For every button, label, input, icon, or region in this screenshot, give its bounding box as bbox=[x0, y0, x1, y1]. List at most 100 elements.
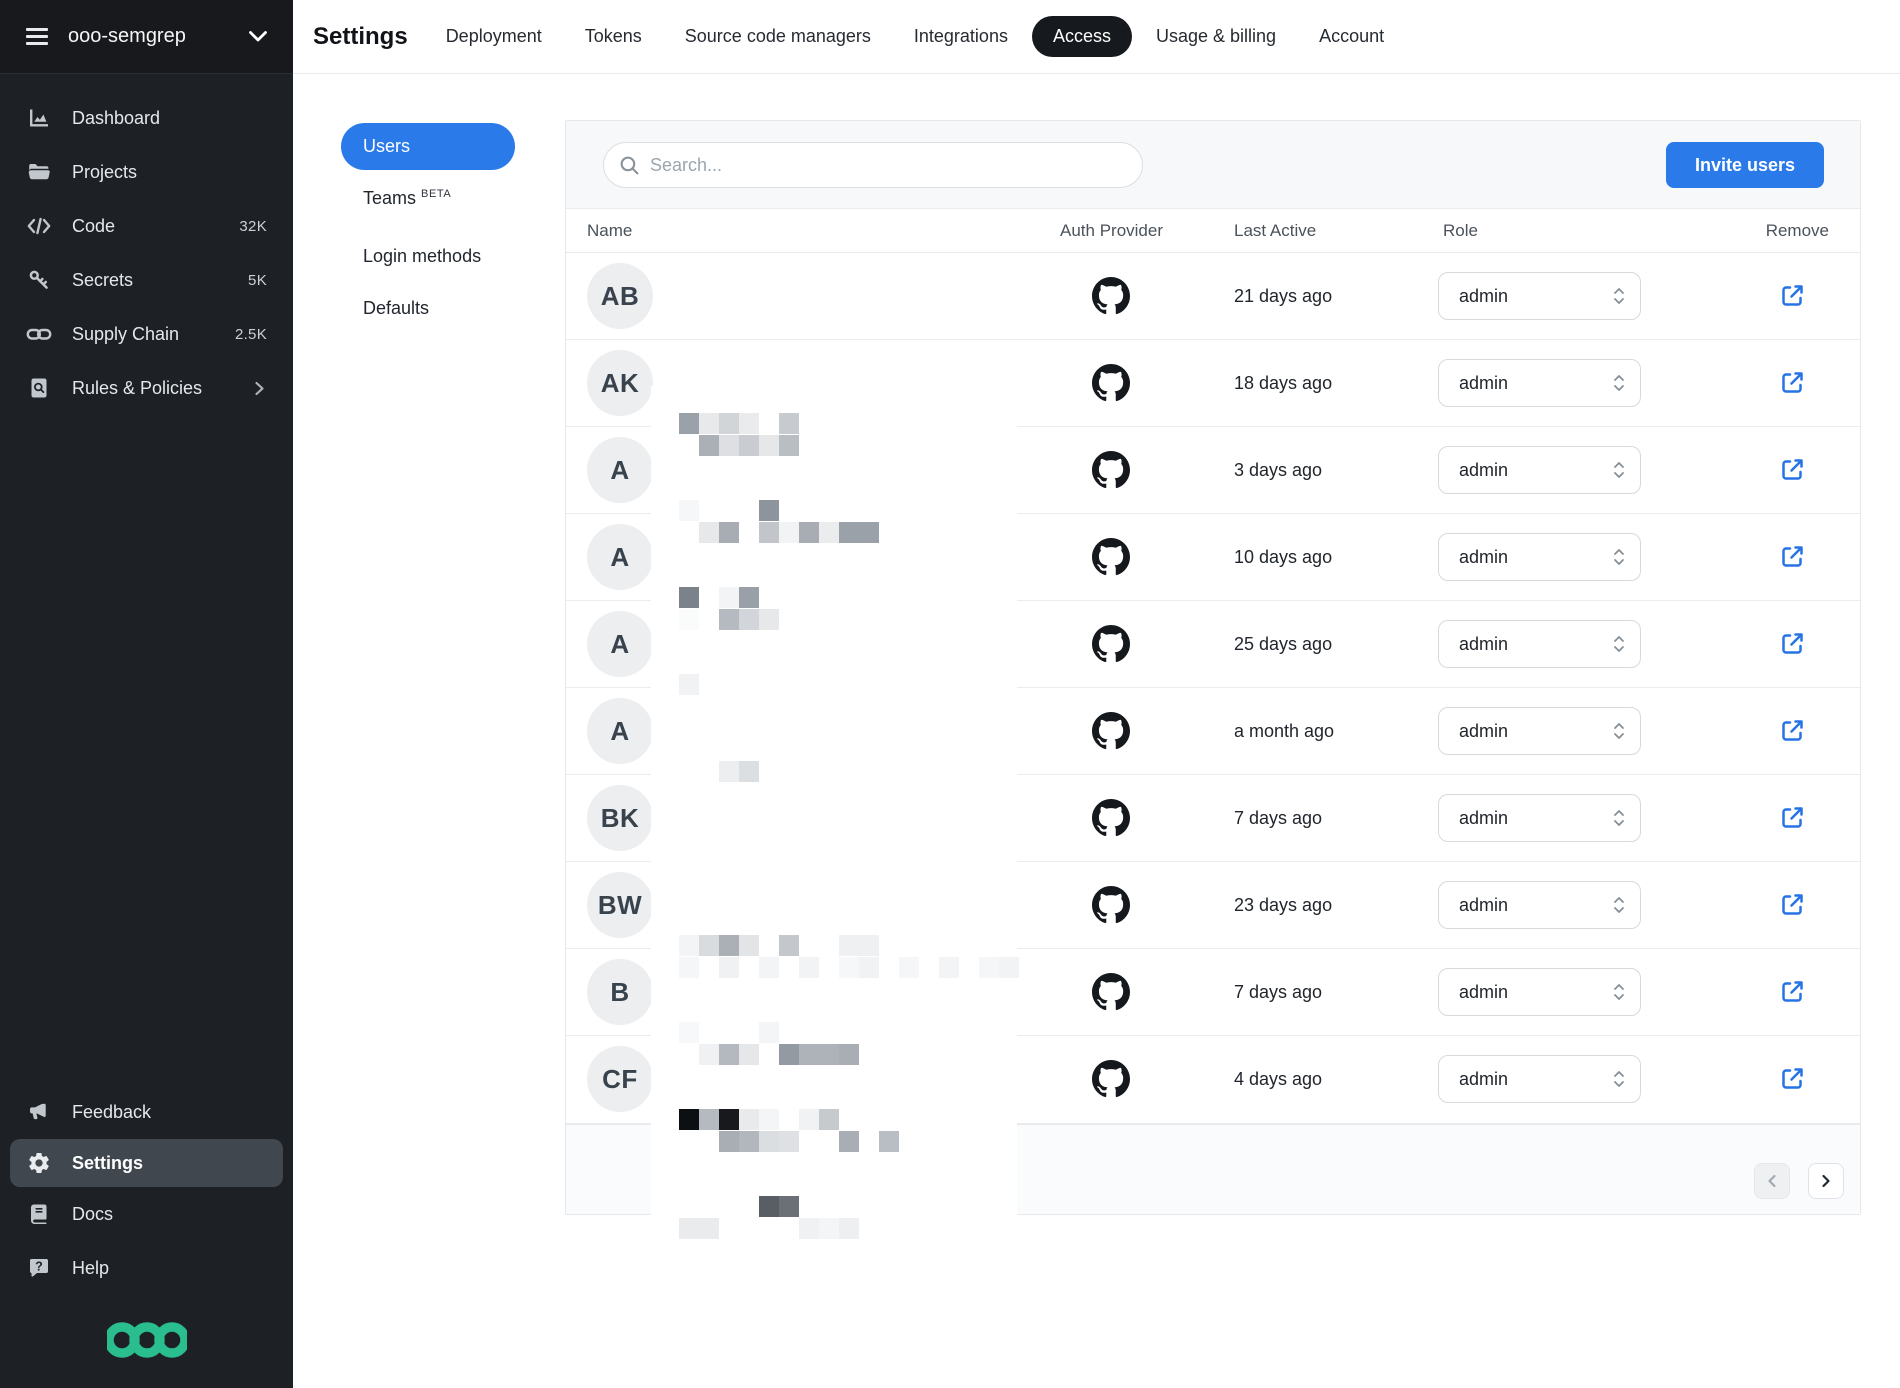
redacted-block bbox=[939, 957, 959, 978]
role-select[interactable]: admin bbox=[1438, 1055, 1641, 1103]
redacted-block bbox=[839, 957, 859, 978]
sidebar-footer-nav: Feedback Settings Docs?Help bbox=[0, 1085, 293, 1295]
rules-icon bbox=[26, 376, 52, 400]
last-active-value: 23 days ago bbox=[1234, 862, 1332, 949]
remove-user-icon[interactable] bbox=[1778, 717, 1806, 745]
chevron-updown-icon bbox=[1612, 894, 1626, 916]
chevron-right-icon bbox=[251, 380, 267, 397]
redacted-block bbox=[679, 957, 699, 978]
role-value: admin bbox=[1459, 982, 1508, 1003]
role-select[interactable]: admin bbox=[1438, 272, 1641, 320]
remove-user-icon[interactable] bbox=[1778, 804, 1806, 832]
sidebar-item-supply-chain[interactable]: Supply Chain2.5K bbox=[0, 307, 293, 361]
github-icon bbox=[1092, 712, 1130, 750]
github-icon bbox=[1092, 973, 1130, 1011]
tab-access[interactable]: Access bbox=[1032, 16, 1132, 57]
avatar: AB bbox=[587, 263, 653, 329]
redacted-block bbox=[819, 1109, 839, 1130]
role-select[interactable]: admin bbox=[1438, 968, 1641, 1016]
chevron-updown-icon bbox=[1612, 459, 1626, 481]
sidebar-nav: Dashboard Projects Code32KSecrets5KSupply … bbox=[0, 74, 293, 415]
role-select[interactable]: admin bbox=[1438, 794, 1641, 842]
remove-user-icon[interactable] bbox=[1778, 630, 1806, 658]
org-name: ooo-semgrep bbox=[68, 25, 186, 48]
subnav-item-teams[interactable]: TeamsBETA bbox=[363, 188, 451, 209]
invite-users-button[interactable]: Invite users bbox=[1666, 142, 1824, 188]
sidebar-item-feedback[interactable]: Feedback bbox=[0, 1085, 293, 1139]
role-select[interactable]: admin bbox=[1438, 881, 1641, 929]
search-box[interactable] bbox=[603, 142, 1143, 188]
redacted-block bbox=[739, 1131, 759, 1152]
redacted-block bbox=[779, 1131, 799, 1152]
sidebar-item-dashboard[interactable]: Dashboard bbox=[0, 91, 293, 145]
redacted-block bbox=[679, 587, 699, 608]
count-badge: 2.5K bbox=[235, 326, 267, 343]
role-select[interactable]: admin bbox=[1438, 707, 1641, 755]
redacted-block bbox=[799, 522, 819, 543]
redacted-block bbox=[739, 1044, 759, 1065]
redacted-block bbox=[719, 1131, 739, 1152]
sidebar-item-label: Settings bbox=[72, 1153, 143, 1174]
sidebar-item-settings[interactable]: Settings bbox=[10, 1139, 283, 1187]
hamburger-menu-icon[interactable] bbox=[26, 28, 48, 45]
remove-user-icon[interactable] bbox=[1778, 978, 1806, 1006]
role-select[interactable]: admin bbox=[1438, 533, 1641, 581]
subnav-item-login-methods[interactable]: Login methods bbox=[363, 246, 481, 267]
remove-user-icon[interactable] bbox=[1778, 1065, 1806, 1093]
chevron-updown-icon bbox=[1612, 546, 1626, 568]
pagination-prev-button[interactable] bbox=[1754, 1163, 1790, 1199]
remove-user-icon[interactable] bbox=[1778, 282, 1806, 310]
sidebar-item-label: Feedback bbox=[72, 1102, 151, 1123]
redacted-block bbox=[759, 435, 779, 456]
key-icon bbox=[26, 268, 52, 292]
tab-account[interactable]: Account bbox=[1319, 26, 1384, 47]
subnav-item-users[interactable]: Users bbox=[341, 123, 515, 170]
redacted-block bbox=[679, 500, 699, 521]
sidebar-item-help[interactable]: ?Help bbox=[0, 1241, 293, 1295]
redacted-block bbox=[879, 1131, 899, 1152]
remove-user-icon[interactable] bbox=[1778, 369, 1806, 397]
sidebar-item-code[interactable]: Code32K bbox=[0, 199, 293, 253]
avatar: A bbox=[587, 611, 653, 677]
sidebar-item-projects[interactable]: Projects bbox=[0, 145, 293, 199]
redacted-block bbox=[699, 413, 719, 434]
redacted-block bbox=[719, 1044, 739, 1065]
link-icon bbox=[26, 322, 52, 346]
subnav-item-defaults[interactable]: Defaults bbox=[363, 298, 429, 319]
role-select[interactable]: admin bbox=[1438, 359, 1641, 407]
sidebar-item-docs[interactable]: Docs bbox=[0, 1187, 293, 1241]
table-header: Name Auth Provider Last Active Role Remo… bbox=[566, 209, 1860, 253]
toolbar-panel: Invite users bbox=[566, 121, 1860, 209]
role-select[interactable]: admin bbox=[1438, 446, 1641, 494]
redacted-block bbox=[819, 1218, 839, 1239]
role-value: admin bbox=[1459, 460, 1508, 481]
tab-source-code-managers[interactable]: Source code managers bbox=[685, 26, 871, 47]
role-value: admin bbox=[1459, 895, 1508, 916]
redacted-block bbox=[719, 587, 739, 608]
org-switcher[interactable]: ooo-semgrep bbox=[0, 0, 293, 74]
remove-user-icon[interactable] bbox=[1778, 456, 1806, 484]
role-select[interactable]: admin bbox=[1438, 620, 1641, 668]
avatar: BK bbox=[587, 785, 653, 851]
redacted-block bbox=[699, 1044, 719, 1065]
remove-user-icon[interactable] bbox=[1778, 891, 1806, 919]
tab-usage-billing[interactable]: Usage & billing bbox=[1156, 26, 1276, 47]
sidebar-item-secrets[interactable]: Secrets5K bbox=[0, 253, 293, 307]
sidebar-item-label: Projects bbox=[72, 162, 137, 183]
pagination-next-button[interactable] bbox=[1808, 1163, 1844, 1199]
redacted-block bbox=[839, 1218, 859, 1239]
sidebar: ooo-semgrep Dashboard Projects Code32KSecr… bbox=[0, 0, 293, 1388]
search-input[interactable] bbox=[650, 155, 1127, 176]
tab-deployment[interactable]: Deployment bbox=[446, 26, 542, 47]
tab-integrations[interactable]: Integrations bbox=[914, 26, 1008, 47]
redacted-block bbox=[699, 435, 719, 456]
avatar: BW bbox=[587, 872, 653, 938]
sidebar-item-rules-policies[interactable]: Rules & Policies bbox=[0, 361, 293, 415]
redacted-block bbox=[719, 935, 739, 956]
remove-user-icon[interactable] bbox=[1778, 543, 1806, 571]
redacted-block bbox=[719, 522, 739, 543]
column-header-last: Last Active bbox=[1234, 221, 1316, 241]
redacted-block bbox=[799, 1218, 819, 1239]
redacted-block bbox=[759, 1196, 779, 1217]
tab-tokens[interactable]: Tokens bbox=[585, 26, 642, 47]
